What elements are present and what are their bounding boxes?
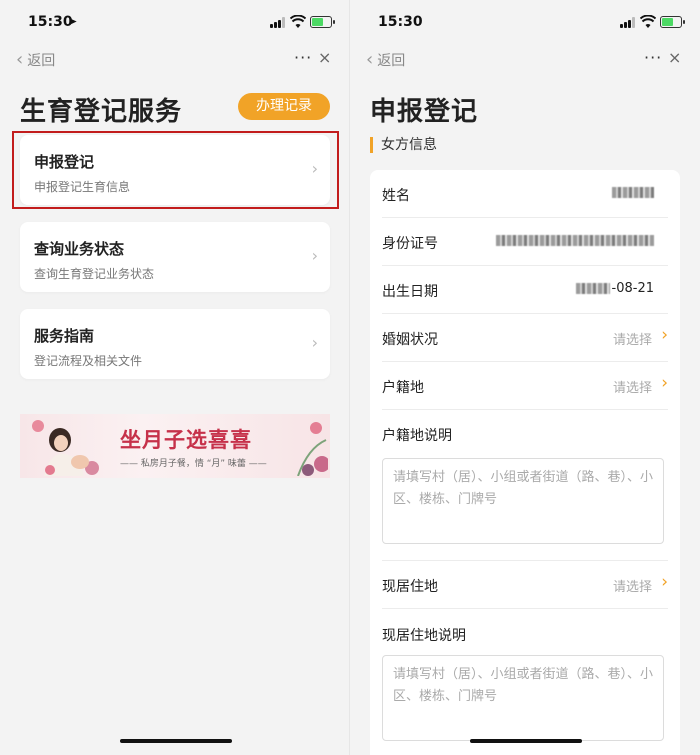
card-subtitle: 登记流程及相关文件: [34, 354, 143, 368]
chevron-right-icon: ›: [661, 572, 668, 592]
cellular-signal-icon: [620, 17, 636, 28]
field-label: 户籍地说明: [382, 428, 452, 444]
field-id-number[interactable]: 身份证号: [382, 218, 668, 266]
left-phone-screen: 15:30 ➤ ‹ 返回 ··· × 生育登记服务 办理记录 申报登记 申报登记…: [0, 0, 350, 755]
birth-date-suffix: -08-21: [611, 281, 654, 296]
location-arrow-icon: ➤: [68, 15, 78, 28]
redacted-name-value: [612, 185, 654, 200]
status-time: 15:30: [378, 14, 423, 30]
field-label: 现居住地: [382, 579, 438, 595]
field-label: 姓名: [382, 188, 410, 204]
back-label: 返回: [377, 53, 406, 69]
field-label: 身份证号: [382, 236, 438, 252]
highlight-box: [12, 131, 339, 209]
chevron-right-icon: ›: [661, 373, 668, 393]
registration-form: 姓名 身份证号 出生日期 -08-21 婚姻状况 请选择 › 户籍地 请选择 ›…: [370, 170, 680, 755]
field-name[interactable]: 姓名: [382, 170, 668, 218]
back-button[interactable]: ‹ 返回: [16, 50, 55, 70]
battery-icon: [660, 16, 685, 28]
status-time: 15:30: [28, 14, 73, 30]
home-indicator: [120, 739, 232, 743]
field-birth-date[interactable]: 出生日期 -08-21: [382, 266, 668, 314]
wifi-icon: [290, 15, 306, 28]
chevron-left-icon: ‹: [366, 49, 374, 70]
status-bar: 15:30: [350, 0, 700, 44]
chevron-right-icon: ›: [311, 333, 318, 352]
field-household-registration-note-label: 户籍地说明: [382, 410, 668, 458]
nav-bar: ‹ 返回 ··· ×: [0, 46, 349, 74]
nav-bar: ‹ 返回 ··· ×: [350, 46, 700, 74]
field-residence[interactable]: 现居住地 请选择 ›: [382, 561, 668, 609]
card-title: 服务指南: [34, 327, 95, 345]
banner-tagline: —— 私房月子餐，情 “月” 味蕾 ——: [120, 459, 267, 469]
select-placeholder: 请选择: [612, 381, 652, 396]
chevron-right-icon: ›: [311, 246, 318, 265]
ad-banner[interactable]: 坐月子选喜喜 —— 私房月子餐，情 “月” 味蕾 ——: [20, 414, 330, 478]
field-residence-note-label: 现居住地说明: [382, 610, 668, 658]
battery-icon: [310, 16, 335, 28]
more-options-icon[interactable]: ···: [294, 48, 312, 67]
section-label-female-info: 女方信息: [370, 137, 437, 153]
wifi-icon: [640, 15, 656, 28]
close-icon[interactable]: ×: [668, 48, 681, 67]
field-label: 婚姻状况: [382, 332, 438, 348]
card-subtitle: 查询生育登记业务状态: [34, 267, 155, 281]
chevron-right-icon: ›: [661, 325, 668, 345]
card-query-status[interactable]: 查询业务状态 查询生育登记业务状态 ›: [20, 222, 330, 292]
field-marital-status[interactable]: 婚姻状况 请选择 ›: [382, 314, 668, 362]
field-label: 出生日期: [382, 284, 438, 300]
right-phone-screen: 15:30 ‹ 返回 ··· × 申报登记 女方信息 姓名 身份证号 出生日期 …: [350, 0, 700, 755]
residence-note-textarea[interactable]: 请填写村（居）、小组或者街道（路、巷）、小区、楼栋、门牌号: [382, 655, 664, 741]
select-placeholder: 请选择: [612, 333, 652, 348]
page-title: 生育登记服务: [20, 97, 183, 127]
field-label: 现居住地说明: [382, 628, 466, 644]
page-title: 申报登记: [370, 97, 479, 127]
field-label: 户籍地: [382, 380, 424, 396]
redacted-id-value: [496, 233, 654, 248]
cellular-signal-icon: [270, 17, 286, 28]
select-placeholder: 请选择: [612, 580, 652, 595]
card-title: 查询业务状态: [34, 240, 125, 258]
banner-headline: 坐月子选喜喜: [120, 427, 252, 452]
back-button[interactable]: ‹ 返回: [366, 50, 405, 70]
flower-decoration: [297, 422, 328, 476]
records-button[interactable]: 办理记录: [238, 93, 330, 120]
chevron-left-icon: ‹: [16, 49, 24, 70]
card-service-guide[interactable]: 服务指南 登记流程及相关文件 ›: [20, 309, 330, 379]
more-options-icon[interactable]: ···: [644, 48, 662, 67]
back-label: 返回: [27, 53, 56, 69]
birth-date-value: -08-21: [575, 281, 654, 296]
field-household-registration[interactable]: 户籍地 请选择 ›: [382, 362, 668, 410]
home-indicator: [470, 739, 582, 743]
mother-baby-illustration: [32, 420, 99, 476]
household-registration-note-textarea[interactable]: 请填写村（居）、小组或者街道（路、巷）、小区、楼栋、门牌号: [382, 458, 664, 544]
status-bar: 15:30 ➤: [0, 0, 349, 44]
close-icon[interactable]: ×: [318, 48, 331, 67]
